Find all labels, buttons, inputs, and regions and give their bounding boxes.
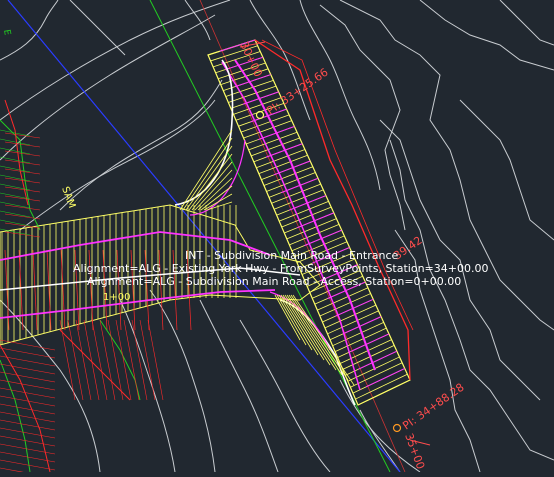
corridor-section-line bbox=[319, 293, 371, 317]
cross-grading-line bbox=[46, 249, 52, 331]
grading-hatch-line bbox=[75, 319, 92, 401]
grading-hatch-line bbox=[0, 156, 31, 164]
grading-hatch-line bbox=[0, 147, 31, 155]
grading-hatch-line bbox=[0, 355, 56, 367]
grading-hatch-line bbox=[0, 219, 31, 227]
grading-hatch-line bbox=[0, 403, 56, 415]
grading-hatch-line bbox=[0, 387, 56, 399]
cross-grading-line bbox=[32, 249, 38, 331]
intersection-label[interactable]: INT - Subdivision Main Road - Entrance bbox=[185, 249, 399, 262]
station-label-top: 30+00 bbox=[237, 40, 265, 79]
grading-hatch-line bbox=[0, 371, 56, 383]
corridor-section-line bbox=[317, 287, 369, 311]
grading-hatch-line bbox=[4, 231, 41, 238]
grading-hatch-line bbox=[0, 210, 31, 218]
pi-label-bottom: PI: 34+88.28 bbox=[400, 381, 466, 433]
corridor-section-line bbox=[357, 379, 411, 406]
grading-hatch-line bbox=[0, 165, 31, 173]
pavement-section-line bbox=[357, 350, 398, 370]
pi-marker-bottom bbox=[392, 423, 402, 433]
corridor-section-line bbox=[228, 85, 277, 103]
return-fan-line bbox=[286, 294, 337, 371]
edge-label-left: E bbox=[1, 29, 12, 37]
grading-hatch-line bbox=[0, 427, 56, 439]
drawing-canvas[interactable]: 30+00 PI: 33+25.66 39.42 PI: 34+88.28 35… bbox=[0, 0, 554, 477]
grading-hatch-line bbox=[0, 379, 56, 391]
corridor-section-line bbox=[243, 120, 292, 139]
grading-hatch-line bbox=[0, 174, 31, 182]
return-fan-line bbox=[284, 294, 331, 366]
grading-hatch-line bbox=[0, 339, 56, 351]
pi-marker-top bbox=[255, 110, 265, 120]
alignment-guide-lines bbox=[7, 0, 406, 473]
return-fan-line bbox=[282, 294, 325, 361]
grading-hatch-line bbox=[0, 419, 56, 431]
grading-hatch-line bbox=[4, 195, 41, 202]
grading-hatch-line bbox=[0, 459, 56, 471]
contour-lines bbox=[0, 0, 554, 473]
pavement-section-line bbox=[365, 368, 405, 388]
grading-hatch-line bbox=[4, 186, 41, 193]
pavement-section-line bbox=[350, 333, 390, 353]
corridor-section-line bbox=[324, 304, 377, 329]
grading-hatch-line bbox=[4, 141, 41, 148]
grading-hatch-line bbox=[131, 319, 148, 401]
grading-hatch-line bbox=[147, 319, 164, 401]
grading-hatch-line bbox=[4, 213, 41, 220]
grading-hatch-line bbox=[0, 443, 56, 455]
grading-hatch-line bbox=[59, 319, 76, 401]
grading-hatch-line bbox=[91, 319, 108, 401]
drawing-viewport[interactable]: 30+00 PI: 33+25.66 39.42 PI: 34+88.28 35… bbox=[0, 0, 554, 477]
vertical-label-left: SAM bbox=[59, 185, 77, 209]
grading-hatch-line bbox=[0, 435, 56, 447]
return-fan-line bbox=[191, 161, 233, 211]
grading-hatch-line bbox=[0, 363, 56, 375]
grading-hatch-line bbox=[4, 168, 41, 175]
drawing-labels: 30+00 PI: 33+25.66 39.42 PI: 34+88.28 35… bbox=[59, 40, 488, 471]
corridor-section-line bbox=[240, 114, 290, 133]
grading-hatch-line bbox=[4, 132, 41, 139]
corridor-section-line bbox=[248, 131, 298, 151]
grading-hatch-line bbox=[4, 222, 41, 229]
station-label-left: 1+00 bbox=[103, 292, 130, 303]
alignment-label-existing[interactable]: Alignment=ALG - Existing York Hwy - From… bbox=[73, 262, 488, 275]
grading-hatch-line bbox=[123, 319, 140, 401]
grading-hatch-line bbox=[107, 319, 124, 401]
grading-hatch-line bbox=[83, 319, 100, 401]
corridor-section-line bbox=[355, 373, 408, 400]
station-label-bottom: 35+00 bbox=[402, 432, 427, 471]
grading-hatch-line bbox=[0, 411, 56, 423]
grading-hatch-line bbox=[0, 138, 31, 146]
grading-hatch-line bbox=[4, 204, 41, 211]
corridor-section-line bbox=[332, 322, 384, 347]
grading-hatch-line bbox=[67, 319, 84, 401]
alignment-label-subdivision[interactable]: Alignment=ALG - Subdivision Main Road - … bbox=[87, 275, 461, 288]
main-road-corridor[interactable] bbox=[207, 39, 414, 406]
corridor-section-line bbox=[327, 310, 379, 335]
grading-hatch-line bbox=[4, 150, 41, 157]
grading-hatch-line bbox=[0, 201, 31, 209]
return-fan-line bbox=[182, 137, 233, 211]
grading-hatch-line bbox=[139, 319, 156, 401]
